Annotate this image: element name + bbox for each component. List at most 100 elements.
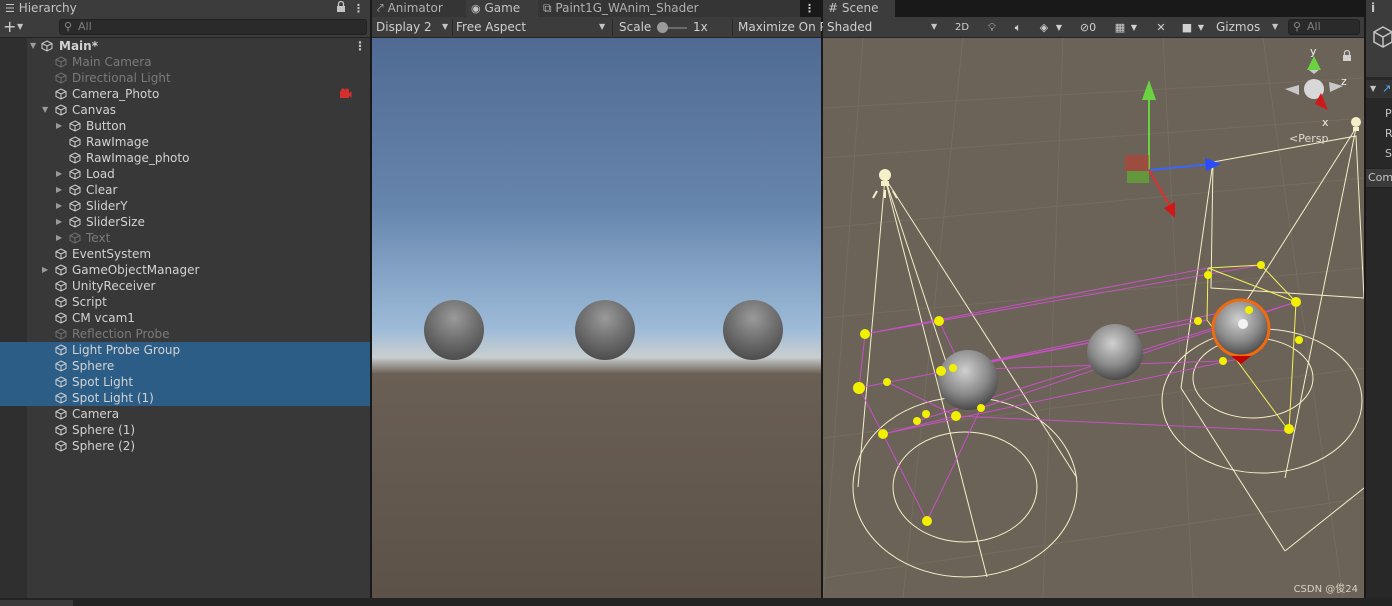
scene-viewport[interactable]: y z x <Persp CSDN @俊24 (823, 38, 1364, 598)
lock-icon[interactable] (336, 0, 346, 17)
unity-scene-icon (41, 40, 53, 52)
hierarchy-item[interactable]: EventSystem (0, 246, 370, 262)
game-sphere (723, 300, 783, 360)
lighting-bulb-icon[interactable]: 💡︎ (981, 18, 1003, 37)
gameobject-cube-icon (69, 136, 81, 148)
gameobject-cube-icon (55, 248, 67, 260)
scale-slider-handle[interactable] (657, 22, 668, 33)
aspect-dropdown-label: Free Aspect (456, 20, 527, 34)
tab-hierarchy[interactable]: ☰ Hierarchy (0, 0, 370, 17)
tab-game[interactable]: ◉ Game (466, 0, 538, 17)
hierarchy-item[interactable]: ▶ Clear (0, 182, 370, 198)
audio-speaker-icon[interactable]: 🔈︎ (1007, 18, 1029, 37)
display-chevron-down-icon: ▼ (442, 22, 449, 31)
hierarchy-item[interactable]: Sphere (2) (0, 438, 370, 454)
position-label: P (1385, 107, 1392, 120)
scene-search-input[interactable]: ⚲ All (1288, 19, 1360, 35)
add-component-button[interactable]: Com (1366, 168, 1392, 188)
tab-inspector[interactable]: i (1366, 0, 1392, 17)
gameobject-cube-icon (69, 152, 81, 164)
game-toolbar: Display 2 ▼ Free Aspect ▼ Scale 1x Maxim… (372, 17, 827, 38)
hierarchy-item[interactable]: ▼ Canvas (0, 102, 370, 118)
hierarchy-item[interactable]: ▶ Text (0, 230, 370, 246)
game-viewport[interactable] (372, 38, 821, 598)
game-kebab-menu-icon[interactable]: ⋮ (804, 0, 815, 17)
expand-arrow-icon[interactable]: ▶ (42, 262, 48, 278)
expand-arrow-icon[interactable]: ▶ (56, 118, 62, 134)
hierarchy-item[interactable]: UnityReceiver (0, 278, 370, 294)
hierarchy-item-label: UnityReceiver (72, 279, 156, 293)
hierarchy-item[interactable]: Sphere (1) (0, 422, 370, 438)
camera-chevron-down-icon[interactable]: ▼ (1194, 18, 1208, 37)
expand-arrow-icon[interactable]: ▼ (30, 38, 36, 54)
rotation-label: R (1385, 127, 1392, 140)
tab-animator[interactable]: ⤤ Animator (372, 0, 466, 17)
hierarchy-item[interactable]: Camera (0, 406, 370, 422)
expand-arrow-icon[interactable]: ▶ (56, 230, 62, 246)
display-dropdown-label: Display 2 (376, 20, 432, 34)
tools-icon[interactable]: ✕ (1150, 18, 1172, 37)
scene-kebab-menu-icon[interactable]: ⋮ (354, 38, 366, 54)
add-icon[interactable]: + (3, 17, 16, 37)
hierarchy-item-label: Sphere (72, 359, 115, 373)
gizmos-chevron-down-icon: ▼ (1272, 22, 1279, 31)
collapse-arrow-icon[interactable]: ▼ (42, 102, 48, 118)
toolbar-divider (452, 19, 453, 36)
expand-arrow-icon[interactable]: ▶ (56, 198, 62, 214)
hierarchy-item[interactable]: ▶ SliderSize (0, 214, 370, 230)
hierarchy-item[interactable]: Light Probe Group (0, 342, 370, 358)
hierarchy-item-label: Load (86, 167, 115, 181)
hierarchy-item[interactable]: Spot Light (0, 374, 370, 390)
hidden-objects-toggle[interactable]: ⊘0 (1073, 18, 1103, 37)
bottom-tab[interactable] (0, 600, 73, 606)
search-icon: ⚲ (64, 20, 73, 33)
shading-chevron-down-icon: ▼ (931, 22, 938, 31)
tab-scene[interactable]: # Scene (823, 0, 895, 17)
hierarchy-item[interactable]: ▶ GameObjectManager (0, 262, 370, 278)
shading-mode-dropdown[interactable]: Shaded ▼ (827, 17, 941, 37)
add-dropdown-chevron-icon[interactable]: ▼ (17, 22, 23, 31)
expand-arrow-icon[interactable]: ▶ (56, 214, 62, 230)
2d-toggle-button[interactable]: 2D (950, 18, 974, 37)
spot-light-icon (872, 169, 898, 199)
tab-shader[interactable]: ⧉ Paint1G_WAnim_Shader (538, 0, 800, 17)
hierarchy-item[interactable]: Directional Light (0, 70, 370, 86)
axis-z-label: z (1341, 75, 1347, 88)
hierarchy-item[interactable]: RawImage_photo (0, 150, 370, 166)
eye-slash-icon: ⊘ (1079, 21, 1090, 34)
hierarchy-item[interactable]: ▶ Load (0, 166, 370, 182)
hierarchy-item[interactable]: ▶ SliderY (0, 198, 370, 214)
hierarchy-item[interactable]: CM vcam1 (0, 310, 370, 326)
grid-chevron-down-icon[interactable]: ▼ (1127, 18, 1141, 37)
hierarchy-item-label: Camera (72, 407, 120, 421)
kebab-menu-icon[interactable]: ⋮ (353, 0, 364, 17)
aspect-dropdown[interactable]: Free Aspect ▼ (456, 17, 610, 37)
hierarchy-item[interactable]: RawImage (0, 134, 370, 150)
hierarchy-item[interactable]: Camera_Photo (0, 86, 370, 102)
camera-extension-icon[interactable] (339, 88, 352, 100)
hierarchy-item[interactable]: Spot Light (1) (0, 390, 370, 406)
gameobject-cube-icon (55, 424, 67, 436)
gameobject-cube-icon (55, 440, 67, 452)
maximize-on-play-button[interactable]: Maximize On P (738, 17, 827, 37)
transform-component-header[interactable]: ▼ ↗ (1366, 80, 1392, 98)
display-dropdown[interactable]: Display 2 ▼ (376, 17, 450, 37)
inspector-header (1366, 17, 1392, 77)
hierarchy-item[interactable]: Reflection Probe (0, 326, 370, 342)
hierarchy-item[interactable]: Sphere (0, 358, 370, 374)
view-orientation-gizmo (1285, 56, 1343, 110)
hierarchy-item[interactable]: ▶ Button (0, 118, 370, 134)
expand-arrow-icon[interactable]: ▶ (56, 182, 62, 198)
gizmos-dropdown[interactable]: Gizmos ▼ (1216, 17, 1280, 37)
hierarchy-item-label: SliderSize (86, 215, 145, 229)
expand-arrow-icon[interactable]: ▶ (56, 166, 62, 182)
scene-toolbar: Shaded ▼ 2D 💡︎ 🔈︎ ◈ ▼ ⊘0 ▦ ▼ ✕ ■ ▼ Gizmo… (823, 17, 1364, 38)
tab-animator-label: Animator (387, 1, 443, 15)
hierarchy-scene-root[interactable]: ▼ Main* ⋮ (0, 38, 370, 54)
hierarchy-item-label: Sphere (1) (72, 423, 136, 437)
hierarchy-search-input[interactable]: ⚲ All (59, 19, 367, 35)
hierarchy-item[interactable]: Main Camera (0, 54, 370, 70)
hierarchy-item-label: RawImage (86, 135, 149, 149)
effects-chevron-down-icon[interactable]: ▼ (1052, 18, 1066, 37)
hierarchy-item[interactable]: Script (0, 294, 370, 310)
